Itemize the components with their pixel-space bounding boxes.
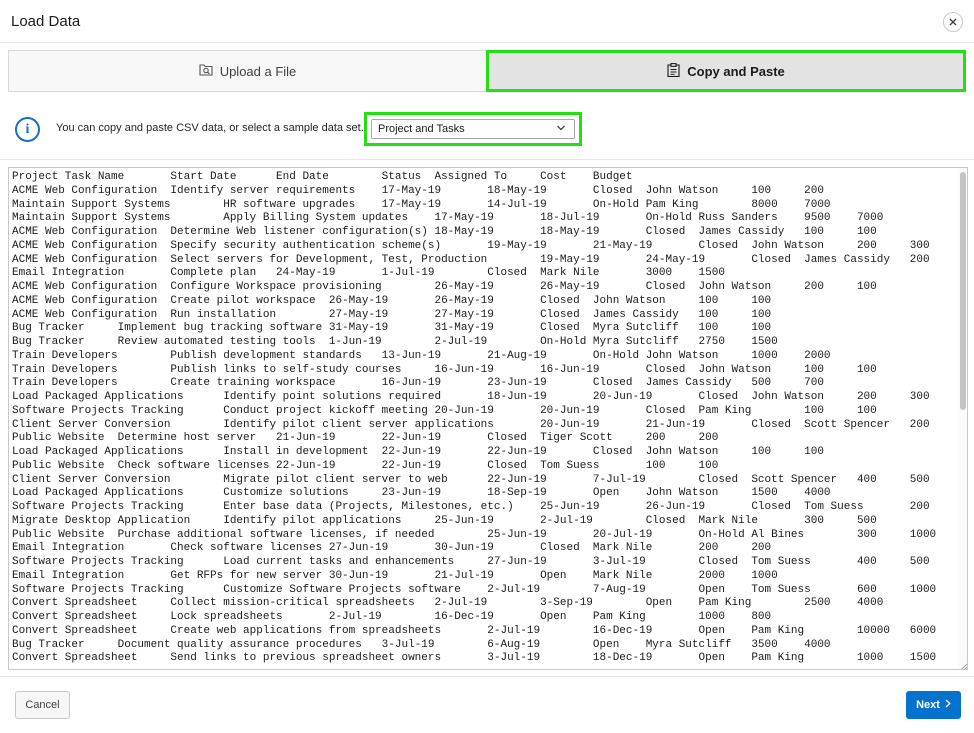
- csv-line: Bug Tracker Review automated testing too…: [12, 336, 778, 348]
- chevron-down-icon: [556, 123, 566, 135]
- next-button-label: Next: [916, 699, 940, 711]
- tab-upload-a-file[interactable]: Upload a File: [8, 50, 486, 92]
- csv-line: Convert Spreadsheet Collect mission-crit…: [12, 597, 884, 610]
- csv-line: ACME Web Configuration Configure Workspa…: [12, 281, 877, 293]
- scrollbar-thumb[interactable]: [960, 172, 966, 410]
- csv-line: ACME Web Configuration Determine Web lis…: [12, 226, 877, 238]
- csv-line: Public Website Determine host server 21-…: [12, 432, 719, 445]
- info-text: You can copy and paste CSV data, or sele…: [56, 122, 364, 134]
- csv-line: ACME Web Configuration Select servers fo…: [12, 253, 958, 266]
- csv-line: Load Packaged Applications Install in de…: [12, 446, 824, 458]
- csv-line: Train Developers Create training workspa…: [12, 377, 824, 390]
- csv-line: Migrate Desktop Application Identify pil…: [12, 514, 877, 527]
- csv-line: Convert Spreadsheet Send links to previo…: [12, 652, 937, 665]
- upload-file-icon: [199, 63, 213, 79]
- csv-line: Maintain Support Systems HR software upg…: [12, 198, 831, 211]
- csv-textarea[interactable]: Project Task Name Start Date End Date St…: [8, 167, 968, 670]
- chevron-right-icon: [945, 699, 951, 711]
- csv-line: Convert Spreadsheet Create web applicati…: [12, 624, 937, 637]
- csv-line: ACME Web Configuration Run installation …: [12, 308, 772, 321]
- info-icon: i: [15, 117, 40, 142]
- csv-line: Train Developers Publish links to self-s…: [12, 363, 877, 376]
- csv-line: Bug Tracker Document quality assurance p…: [12, 638, 831, 651]
- csv-line: Software Projects Tracking Customize Sof…: [12, 583, 937, 596]
- csv-line: Train Developers Publish development sta…: [12, 349, 831, 362]
- csv-line: Public Website Purchase additional softw…: [12, 528, 937, 541]
- csv-line: Load Packaged Applications Identify poin…: [12, 391, 930, 403]
- tab-copy-label: Copy and Paste: [687, 63, 785, 79]
- info-bar: i You can copy and paste CSV data, or se…: [0, 100, 974, 160]
- sample-data-select[interactable]: Project and Tasks: [371, 119, 575, 139]
- load-method-tabs: Upload a File Copy and Paste: [8, 50, 966, 92]
- csv-line: Email Integration Complete plan 24-May-1…: [12, 267, 725, 280]
- csv-line: Software Projects Tracking Enter base da…: [12, 501, 958, 513]
- csv-line: Software Projects Tracking Conduct proje…: [12, 404, 877, 417]
- csv-line: Bug Tracker Implement bug tracking softw…: [12, 322, 772, 335]
- close-icon: [949, 18, 957, 26]
- resize-handle-icon[interactable]: [958, 658, 967, 669]
- csv-line: Client Server Conversion Identify pilot …: [12, 418, 958, 431]
- csv-line: Email Integration Check software license…: [12, 542, 772, 555]
- csv-line: Software Projects Tracking Load current …: [12, 556, 930, 568]
- csv-content: Project Task Name Start Date End Date St…: [12, 171, 958, 668]
- load-data-dialog: Load Data Upload a File Copy and Paste i…: [0, 0, 974, 733]
- csv-line: Convert Spreadsheet Lock spreadsheets 2-…: [12, 611, 772, 623]
- csv-line: ACME Web Configuration Create pilot work…: [12, 294, 772, 307]
- dialog-title: Load Data: [11, 13, 81, 30]
- tab-upload-label: Upload a File: [219, 63, 297, 79]
- csv-line: Project Task Name Start Date End Date St…: [12, 171, 633, 183]
- csv-line: Maintain Support Systems Apply Billing S…: [12, 212, 884, 225]
- tab-copy-and-paste[interactable]: Copy and Paste: [486, 50, 966, 92]
- csv-line: Load Packaged Applications Customize sol…: [12, 487, 831, 500]
- csv-line: Email Integration Get RFPs for new serve…: [12, 569, 778, 582]
- next-button[interactable]: Next: [906, 691, 961, 719]
- sample-data-select-highlight: Project and Tasks: [364, 112, 582, 146]
- close-button[interactable]: [943, 12, 963, 32]
- csv-line: ACME Web Configuration Identify server r…: [12, 184, 824, 197]
- csv-line: ACME Web Configuration Specify security …: [12, 239, 930, 252]
- dialog-footer: Cancel Next: [0, 676, 974, 733]
- csv-line: Public Website Check software licenses 2…: [12, 459, 719, 472]
- sample-data-select-value: Project and Tasks: [378, 123, 465, 135]
- vertical-scrollbar[interactable]: [958, 168, 967, 669]
- cancel-button[interactable]: Cancel: [15, 691, 70, 719]
- clipboard-icon: [667, 62, 680, 80]
- csv-line: Client Server Conversion Migrate pilot c…: [12, 473, 930, 486]
- dialog-titlebar: Load Data: [0, 0, 974, 43]
